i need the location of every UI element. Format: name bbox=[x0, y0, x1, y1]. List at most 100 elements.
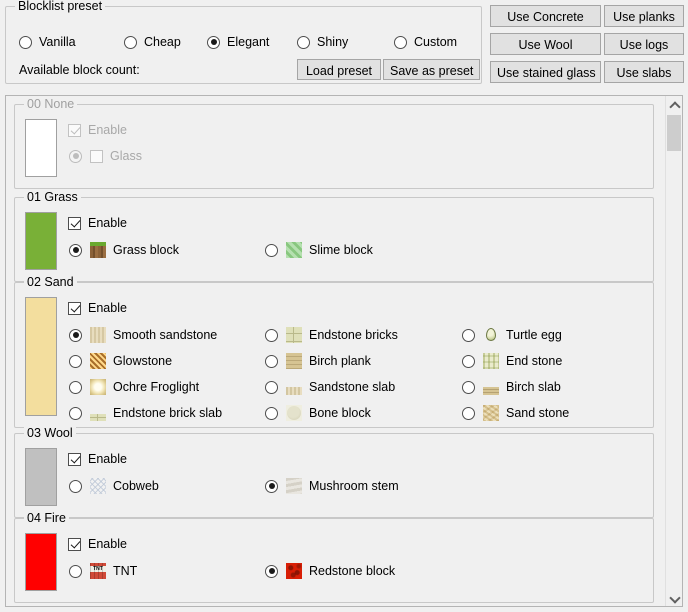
radio-indicator[interactable] bbox=[265, 381, 278, 394]
scroll-up-button[interactable] bbox=[666, 96, 682, 113]
block-option-glowstone[interactable]: Glowstone bbox=[69, 353, 172, 369]
block-option-sandstone-slab[interactable]: Sandstone slab bbox=[265, 379, 395, 395]
radio-indicator[interactable] bbox=[297, 36, 310, 49]
color-swatch bbox=[25, 448, 57, 506]
use-logs-button[interactable]: Use logs bbox=[604, 33, 684, 55]
use-concrete-button[interactable]: Use Concrete bbox=[490, 5, 601, 27]
use-slabs-button[interactable]: Use slabs bbox=[604, 61, 684, 83]
radio-indicator[interactable] bbox=[265, 355, 278, 368]
enable-label: Enable bbox=[88, 123, 127, 137]
enable-label: Enable bbox=[88, 301, 127, 315]
enable-checkbox[interactable] bbox=[68, 217, 81, 230]
enable-checkbox[interactable] bbox=[68, 538, 81, 551]
block-group-title: 04 Fire bbox=[24, 511, 69, 525]
vertical-scrollbar[interactable] bbox=[665, 96, 682, 606]
grass-block-icon bbox=[90, 242, 106, 258]
radio-indicator[interactable] bbox=[462, 329, 475, 342]
color-swatch bbox=[25, 533, 57, 591]
radio-indicator[interactable] bbox=[265, 244, 278, 257]
glowstone-icon bbox=[90, 353, 106, 369]
block-option-endstone-brick-slab[interactable]: Endstone brick slab bbox=[69, 405, 222, 421]
block-option-end-stone[interactable]: End stone bbox=[462, 353, 562, 369]
end-stone-icon bbox=[483, 353, 499, 369]
block-option-birch-slab[interactable]: Birch slab bbox=[462, 379, 561, 395]
scrollbar-thumb[interactable] bbox=[667, 115, 681, 151]
enable-label: Enable bbox=[88, 216, 127, 230]
block-option-tnt[interactable]: TNT bbox=[69, 563, 137, 579]
preset-radio-elegant[interactable]: Elegant bbox=[207, 35, 269, 49]
block-option-smooth-sandstone[interactable]: Smooth sandstone bbox=[69, 327, 217, 343]
block-option-cobweb[interactable]: Cobweb bbox=[69, 478, 159, 494]
enable-checkbox-row[interactable]: Enable bbox=[68, 537, 127, 551]
block-option-label: TNT bbox=[113, 564, 137, 578]
radio-indicator[interactable] bbox=[207, 36, 220, 49]
block-option-label: Glass bbox=[110, 149, 142, 163]
radio-indicator[interactable] bbox=[69, 407, 82, 420]
enable-checkbox[interactable] bbox=[68, 302, 81, 315]
block-option-ochre-froglight[interactable]: Ochre Froglight bbox=[69, 379, 199, 395]
cobweb-icon bbox=[90, 478, 106, 494]
block-group-01-grass: 01 Grass Enable Grass block Slime block bbox=[14, 197, 654, 282]
radio-indicator[interactable] bbox=[265, 407, 278, 420]
radio-indicator[interactable] bbox=[124, 36, 137, 49]
block-option-label: Glowstone bbox=[113, 354, 172, 368]
preset-radio-shiny[interactable]: Shiny bbox=[297, 35, 348, 49]
block-option-endstone-bricks[interactable]: Endstone bricks bbox=[265, 327, 398, 343]
radio-indicator[interactable] bbox=[69, 355, 82, 368]
radio-indicator[interactable] bbox=[69, 329, 82, 342]
preset-radio-vanilla[interactable]: Vanilla bbox=[19, 35, 76, 49]
radio-indicator[interactable] bbox=[462, 381, 475, 394]
use-wool-button[interactable]: Use Wool bbox=[490, 33, 601, 55]
use-planks-button[interactable]: Use planks bbox=[604, 5, 684, 27]
block-option-sand-stone[interactable]: Sand stone bbox=[462, 405, 569, 421]
use-stained-glass-button[interactable]: Use stained glass bbox=[490, 61, 601, 83]
block-group-title: 02 Sand bbox=[24, 275, 77, 289]
enable-checkbox-row[interactable]: Enable bbox=[68, 301, 127, 315]
available-block-count-label: Available block count: bbox=[19, 63, 140, 77]
block-option-slime-block[interactable]: Slime block bbox=[265, 242, 373, 258]
preset-radio-cheap[interactable]: Cheap bbox=[124, 35, 181, 49]
radio-indicator[interactable] bbox=[265, 565, 278, 578]
radio-indicator[interactable] bbox=[462, 407, 475, 420]
radio-indicator[interactable] bbox=[462, 355, 475, 368]
enable-checkbox-row[interactable]: Enable bbox=[68, 216, 127, 230]
block-option-mushroom-stem[interactable]: Mushroom stem bbox=[265, 478, 399, 494]
enable-checkbox-row[interactable]: Enable bbox=[68, 452, 127, 466]
radio-indicator[interactable] bbox=[69, 480, 82, 493]
block-option-birch-plank[interactable]: Birch plank bbox=[265, 353, 371, 369]
color-swatch bbox=[25, 297, 57, 416]
radio-indicator[interactable] bbox=[69, 244, 82, 257]
smooth-sandstone-icon bbox=[90, 327, 106, 343]
block-option-bone-block[interactable]: Bone block bbox=[265, 405, 371, 421]
enable-checkbox[interactable] bbox=[68, 453, 81, 466]
scroll-down-button[interactable] bbox=[666, 589, 682, 606]
load-preset-button[interactable]: Load preset bbox=[297, 59, 381, 80]
tnt-icon bbox=[90, 563, 106, 579]
radio-indicator[interactable] bbox=[394, 36, 407, 49]
block-list-scroll-area[interactable]: 00 None Enable Glass 01 Grass Enable bbox=[5, 95, 683, 607]
ochre-froglight-icon bbox=[90, 379, 106, 395]
radio-indicator[interactable] bbox=[19, 36, 32, 49]
block-option-redstone-block[interactable]: Redstone block bbox=[265, 563, 395, 579]
preset-radio-label: Cheap bbox=[144, 35, 181, 49]
block-option-label: End stone bbox=[506, 354, 562, 368]
radio-indicator[interactable] bbox=[265, 480, 278, 493]
radio-indicator[interactable] bbox=[265, 329, 278, 342]
save-as-preset-button[interactable]: Save as preset bbox=[383, 59, 480, 80]
block-group-04-fire: 04 Fire Enable TNT Redstone block bbox=[14, 518, 654, 603]
mushroom-stem-icon bbox=[286, 478, 302, 494]
block-option-turtle-egg[interactable]: Turtle egg bbox=[462, 327, 562, 343]
block-option-grass-block[interactable]: Grass block bbox=[69, 242, 179, 258]
preset-radio-label: Custom bbox=[414, 35, 457, 49]
endstone-bricks-icon bbox=[286, 327, 302, 343]
radio-indicator[interactable] bbox=[69, 565, 82, 578]
block-option-label: Endstone brick slab bbox=[113, 406, 222, 420]
radio-indicator[interactable] bbox=[69, 381, 82, 394]
block-option-label: Grass block bbox=[113, 243, 179, 257]
enable-checkbox bbox=[68, 124, 81, 137]
enable-label: Enable bbox=[88, 537, 127, 551]
birch-plank-icon bbox=[286, 353, 302, 369]
color-swatch bbox=[25, 212, 57, 270]
blocklist-preset-panel: Blocklist preset Vanilla Cheap Elegant S… bbox=[5, 6, 482, 84]
preset-radio-custom[interactable]: Custom bbox=[394, 35, 457, 49]
